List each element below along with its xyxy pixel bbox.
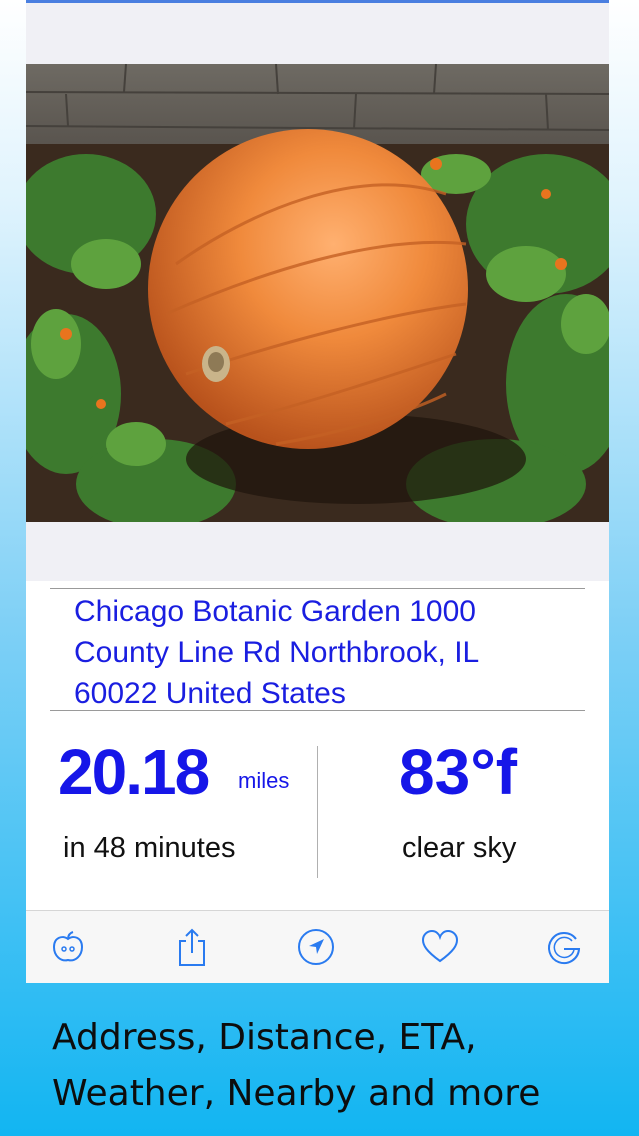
apple-button[interactable] (48, 927, 88, 967)
google-icon (548, 932, 581, 965)
promo-tagline: Address, Distance, ETA, Weather, Nearby … (52, 1010, 612, 1122)
weather-condition: clear sky (402, 832, 517, 864)
address-line-2: County Line Rd Northbrook, IL (74, 636, 480, 669)
distance-value: 20.18 (58, 736, 210, 808)
share-icon (179, 928, 205, 966)
temperature-value: 83°f (399, 736, 518, 808)
action-toolbar (26, 910, 609, 983)
heart-icon (421, 929, 459, 963)
share-button[interactable] (172, 927, 212, 967)
navigate-button[interactable] (296, 927, 336, 967)
tagline-line-1: Address, Distance, ETA, (52, 1017, 477, 1058)
favorite-button[interactable] (420, 927, 460, 967)
stats-divider (317, 746, 318, 878)
photo-frame (26, 3, 609, 581)
pumpkin-photo (26, 64, 609, 522)
distance-unit: miles (238, 768, 290, 793)
stats-panel: 20.18 miles in 48 minutes 83°f clear sky (26, 710, 609, 910)
place-address[interactable]: Chicago Botanic Garden 1000 County Line … (50, 589, 585, 714)
navigate-icon (298, 929, 334, 965)
address-block[interactable]: Chicago Botanic Garden 1000 County Line … (50, 588, 585, 711)
google-button[interactable] (544, 927, 584, 967)
apple-icon (52, 931, 84, 962)
place-card: Chicago Botanic Garden 1000 County Line … (26, 0, 609, 983)
address-line-3: 60022 United States (74, 677, 346, 710)
tagline-line-2: Weather, Nearby and more (52, 1073, 541, 1114)
place-photo[interactable] (26, 64, 609, 522)
eta-text: in 48 minutes (63, 832, 236, 864)
address-line-1: Chicago Botanic Garden 1000 (74, 595, 476, 628)
